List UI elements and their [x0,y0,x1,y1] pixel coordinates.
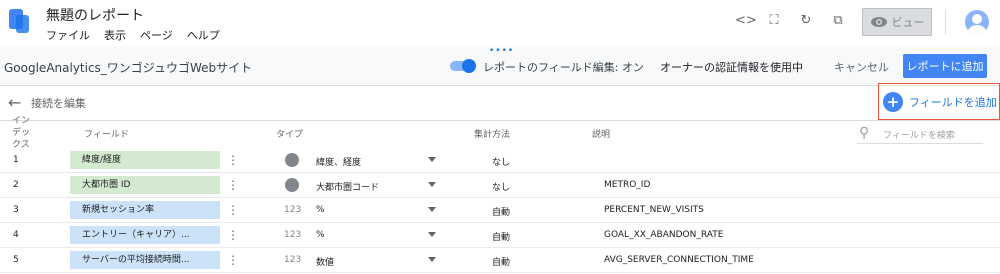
row-index: 3 [13,205,19,215]
fullscreen-icon[interactable]: ⛶ [765,12,783,30]
field-edit-toggle-label: レポートのフィールド編集: オン [483,61,644,74]
column-header-field: フィールド [84,130,129,140]
type-value[interactable]: 大都市圏コード [316,180,379,193]
field-chip[interactable]: 新規セッション率 [70,201,220,219]
cancel-button[interactable]: キャンセル [834,59,889,75]
chevron-down-icon[interactable] [428,257,436,262]
aggregation-value: なし [492,183,511,193]
code-icon[interactable]: <> [735,12,757,30]
chevron-down-icon[interactable] [428,157,436,162]
table-row: 3 新規セッション率 ⋮ 123 % 自動 PERCENT_NEW_VISITS [0,198,1000,223]
chevron-down-icon[interactable] [428,232,436,237]
field-chip[interactable]: 大都市圏 ID [70,176,220,194]
chevron-down-icon[interactable] [428,182,436,187]
field-search[interactable]: ⚲ フィールドを検索 [857,124,983,144]
aggregation-value[interactable]: 自動 [492,205,510,218]
aggregation-value[interactable]: 自動 [492,230,510,243]
data-studio-logo-icon [9,9,29,33]
aggregation-value: なし [492,158,511,168]
search-input[interactable]: フィールドを検索 [883,128,955,141]
more-vert-icon[interactable]: ⋮ [227,152,239,168]
table-row: 5 サーバーの平均接続時間... ⋮ 123 数値 自動 AVG_SERVER_… [0,248,1000,273]
drag-handle-icon[interactable]: •••• [489,47,514,56]
row-index: 1 [13,155,19,165]
top-bar: 無題のレポート ファイル 表示 ページ ヘルプ <> ⛶ ↻ ⧉ ビュー [0,0,1000,46]
row-index: 5 [13,255,19,265]
description-value[interactable]: PERCENT_NEW_VISITS [604,205,704,215]
field-chip[interactable]: エントリー（キャリア）... [70,226,220,244]
menu-help[interactable]: ヘルプ [187,27,220,43]
menu-file[interactable]: ファイル [46,27,90,43]
number-type-icon: 123 [284,205,302,215]
field-edit-toggle[interactable] [450,59,476,73]
menu-page[interactable]: ページ [140,27,173,43]
type-value[interactable]: % [316,205,325,215]
add-field-button[interactable]: + フィールドを追加 [878,83,1000,120]
type-value[interactable]: % [316,230,325,240]
more-vert-icon[interactable]: ⋮ [227,177,239,193]
more-vert-icon[interactable]: ⋮ [227,227,239,243]
column-header-aggregation: 集計方法 [474,130,511,140]
row-index: 4 [13,230,19,240]
avatar[interactable] [965,10,989,34]
description-value[interactable]: AVG_SERVER_CONNECTION_TIME [604,255,754,265]
table-row: 1 緯度/経度 ⋮ 緯度、経度 なし [0,148,1000,173]
add-to-report-button[interactable]: レポートに追加 [903,54,987,78]
view-button-label: ビュー [891,16,925,29]
copy-icon[interactable]: ⧉ [829,12,847,30]
refresh-icon[interactable]: ↻ [797,12,815,30]
owner-credentials-button[interactable]: オーナーの認証情報を使用中 [660,59,803,75]
divider [0,120,1000,121]
type-value[interactable]: 数値 [316,255,334,268]
column-header-description: 説明 [592,130,611,140]
globe-icon [284,177,300,193]
data-source-name[interactable]: GoogleAnalytics_ワンゴジュウゴWebサイト [4,59,252,76]
more-vert-icon[interactable]: ⋮ [227,252,239,268]
back-arrow-icon[interactable]: ← [8,93,21,112]
field-chip[interactable]: サーバーの平均接続時間... [70,251,220,269]
report-title[interactable]: 無題のレポート [46,5,144,25]
aggregation-value[interactable]: 自動 [492,255,510,268]
view-button[interactable]: ビュー [862,8,932,36]
chevron-down-icon[interactable] [428,207,436,212]
type-value[interactable]: 緯度、経度 [316,155,361,168]
number-type-icon: 123 [284,255,302,265]
column-header-index: インデックス [12,116,31,150]
divider [945,9,946,35]
row-index: 2 [13,180,19,190]
menu-bar: ファイル 表示 ページ ヘルプ [46,27,220,43]
description-value[interactable]: GOAL_XX_ABANDON_RATE [604,230,723,240]
description-value[interactable]: METRO_ID [604,180,650,190]
search-icon: ⚲ [859,125,870,141]
table-row: 4 エントリー（キャリア）... ⋮ 123 % 自動 GOAL_XX_ABAN… [0,223,1000,248]
edit-connection-link[interactable]: 接続を編集 [31,95,86,111]
table-row: 2 大都市圏 ID ⋮ 大都市圏コード なし METRO_ID [0,173,1000,198]
menu-view[interactable]: 表示 [104,27,126,43]
number-type-icon: 123 [284,230,302,240]
more-vert-icon[interactable]: ⋮ [227,202,239,218]
eye-icon [870,17,887,27]
globe-icon [284,152,300,168]
column-header-type: タイプ [276,130,304,140]
field-chip[interactable]: 緯度/経度 [70,151,220,169]
add-field-label: フィールドを追加 [909,95,997,109]
plus-icon: + [883,91,903,112]
